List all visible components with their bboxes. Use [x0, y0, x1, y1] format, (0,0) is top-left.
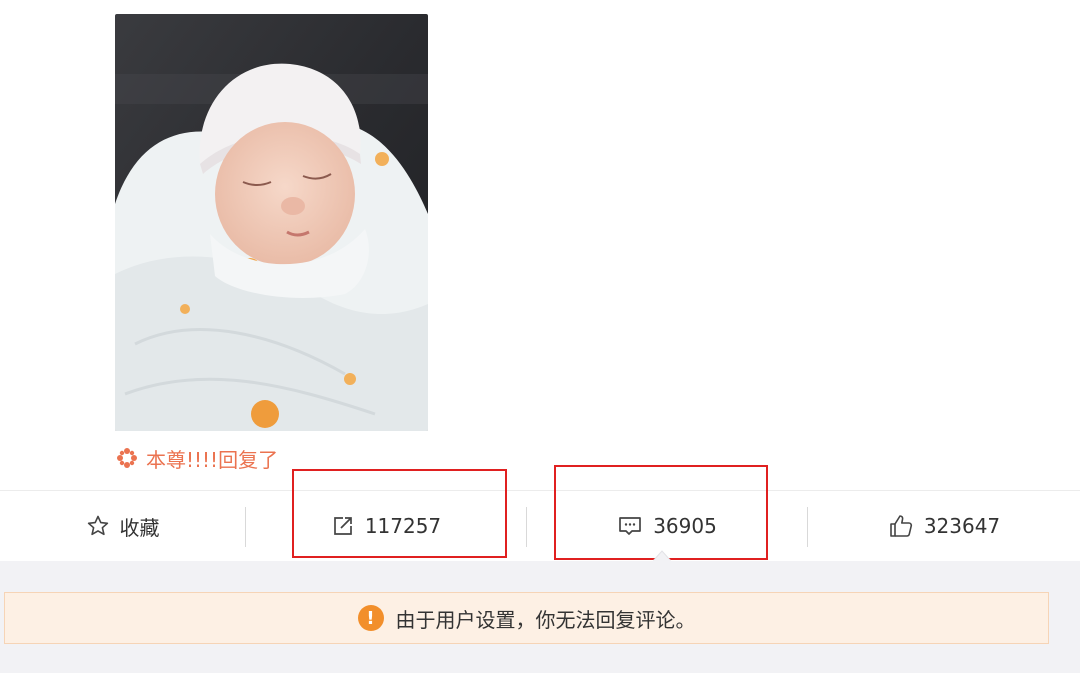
comment-count: 36905	[653, 514, 717, 538]
like-button[interactable]: 323647	[808, 491, 1080, 561]
post-image[interactable]	[115, 14, 428, 431]
favorite-label: 收藏	[119, 515, 160, 540]
action-bar: 收藏 117257 36905 323647	[0, 490, 1080, 562]
thumbs-up-icon	[890, 515, 912, 537]
pointer-caret	[653, 550, 671, 561]
reply-text: 本尊!!!!回复了	[146, 447, 279, 472]
favorite-button[interactable]: 收藏	[0, 491, 245, 561]
comment-icon	[619, 517, 642, 535]
star-icon	[87, 515, 108, 536]
reply-notice[interactable]: 本尊!!!!回复了	[116, 444, 278, 472]
repost-button[interactable]: 117257	[246, 491, 526, 561]
warning-icon: !	[357, 605, 384, 631]
like-count: 323647	[923, 514, 1001, 538]
notice-text: 由于用户设置，你无法回复评论。	[395, 607, 696, 632]
repost-count: 117257	[364, 514, 442, 538]
flower-icon	[117, 448, 137, 468]
share-icon	[333, 517, 352, 535]
reply-restricted-notice: ! 由于用户设置，你无法回复评论。	[4, 592, 1049, 644]
